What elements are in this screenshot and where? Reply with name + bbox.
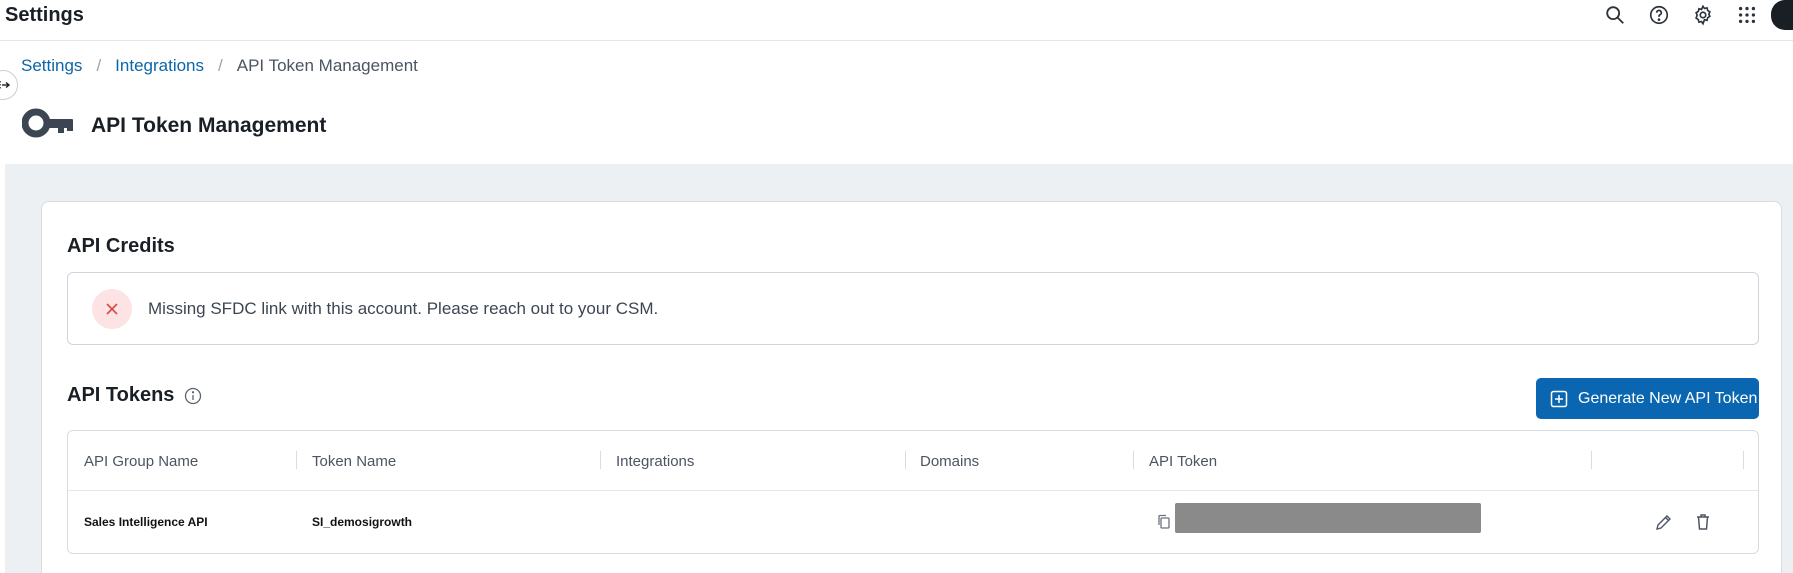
avatar[interactable] xyxy=(1771,0,1793,30)
edit-icon[interactable] xyxy=(1653,511,1675,533)
column-divider xyxy=(1591,451,1592,469)
sfdc-missing-alert: Missing SFDC link with this account. Ple… xyxy=(67,272,1759,345)
api-tokens-header: API Tokens xyxy=(67,384,202,407)
api-token-masked-value xyxy=(1175,503,1481,533)
page-header: API Token Management xyxy=(21,105,327,146)
token-management-card: API Credits Missing SFDC link with this … xyxy=(41,201,1782,573)
column-header-domains[interactable]: Domains xyxy=(920,431,979,491)
table-row: Sales Intelligence API SI_demosigrowth xyxy=(68,491,1758,553)
copy-icon[interactable] xyxy=(1155,513,1173,531)
breadcrumb-current: API Token Management xyxy=(236,56,418,75)
alert-message: Missing SFDC link with this account. Ple… xyxy=(148,298,659,318)
generate-api-token-button[interactable]: Generate New API Token xyxy=(1536,378,1759,419)
delete-icon[interactable] xyxy=(1692,511,1714,533)
close-icon xyxy=(92,288,132,329)
column-divider xyxy=(296,451,297,469)
apps-grid-icon[interactable] xyxy=(1725,0,1769,30)
search-icon[interactable] xyxy=(1593,0,1637,30)
column-divider xyxy=(1743,451,1744,469)
column-header-api-group-name[interactable]: API Group Name xyxy=(84,431,198,491)
column-header-integrations[interactable]: Integrations xyxy=(616,431,694,491)
breadcrumb-separator: / xyxy=(96,56,102,75)
help-icon[interactable] xyxy=(1637,0,1681,30)
expand-arrow-icon xyxy=(0,81,11,89)
gear-icon[interactable] xyxy=(1681,0,1725,30)
plus-square-icon xyxy=(1550,390,1568,407)
page-title: API Token Management xyxy=(91,113,327,137)
api-tokens-title: API Tokens xyxy=(67,384,175,406)
info-icon[interactable] xyxy=(184,387,202,405)
column-header-api-token[interactable]: API Token xyxy=(1149,431,1217,491)
api-tokens-table: API Group Name Token Name Integrations D… xyxy=(67,430,1759,554)
sidebar-toggle-button[interactable] xyxy=(0,70,18,100)
api-credits-title: API Credits xyxy=(67,235,175,257)
cell-api-group-name: Sales Intelligence API xyxy=(84,515,208,529)
column-divider xyxy=(1133,451,1134,469)
breadcrumb: Settings / Integrations / API Token Mana… xyxy=(21,56,418,76)
column-divider xyxy=(905,451,906,469)
table-header: API Group Name Token Name Integrations D… xyxy=(68,431,1758,491)
top-icons xyxy=(1593,0,1793,30)
cell-token-name: SI_demosigrowth xyxy=(312,515,413,529)
top-bar: Settings xyxy=(0,0,1793,41)
column-divider xyxy=(600,451,601,469)
app-title: Settings xyxy=(5,4,84,26)
column-header-token-name[interactable]: Token Name xyxy=(312,431,396,491)
breadcrumb-settings[interactable]: Settings xyxy=(21,56,82,76)
generate-button-label: Generate New API Token xyxy=(1578,389,1758,407)
key-icon xyxy=(21,105,76,146)
breadcrumb-separator: / xyxy=(218,56,223,75)
breadcrumb-integrations[interactable]: Integrations xyxy=(115,56,204,76)
